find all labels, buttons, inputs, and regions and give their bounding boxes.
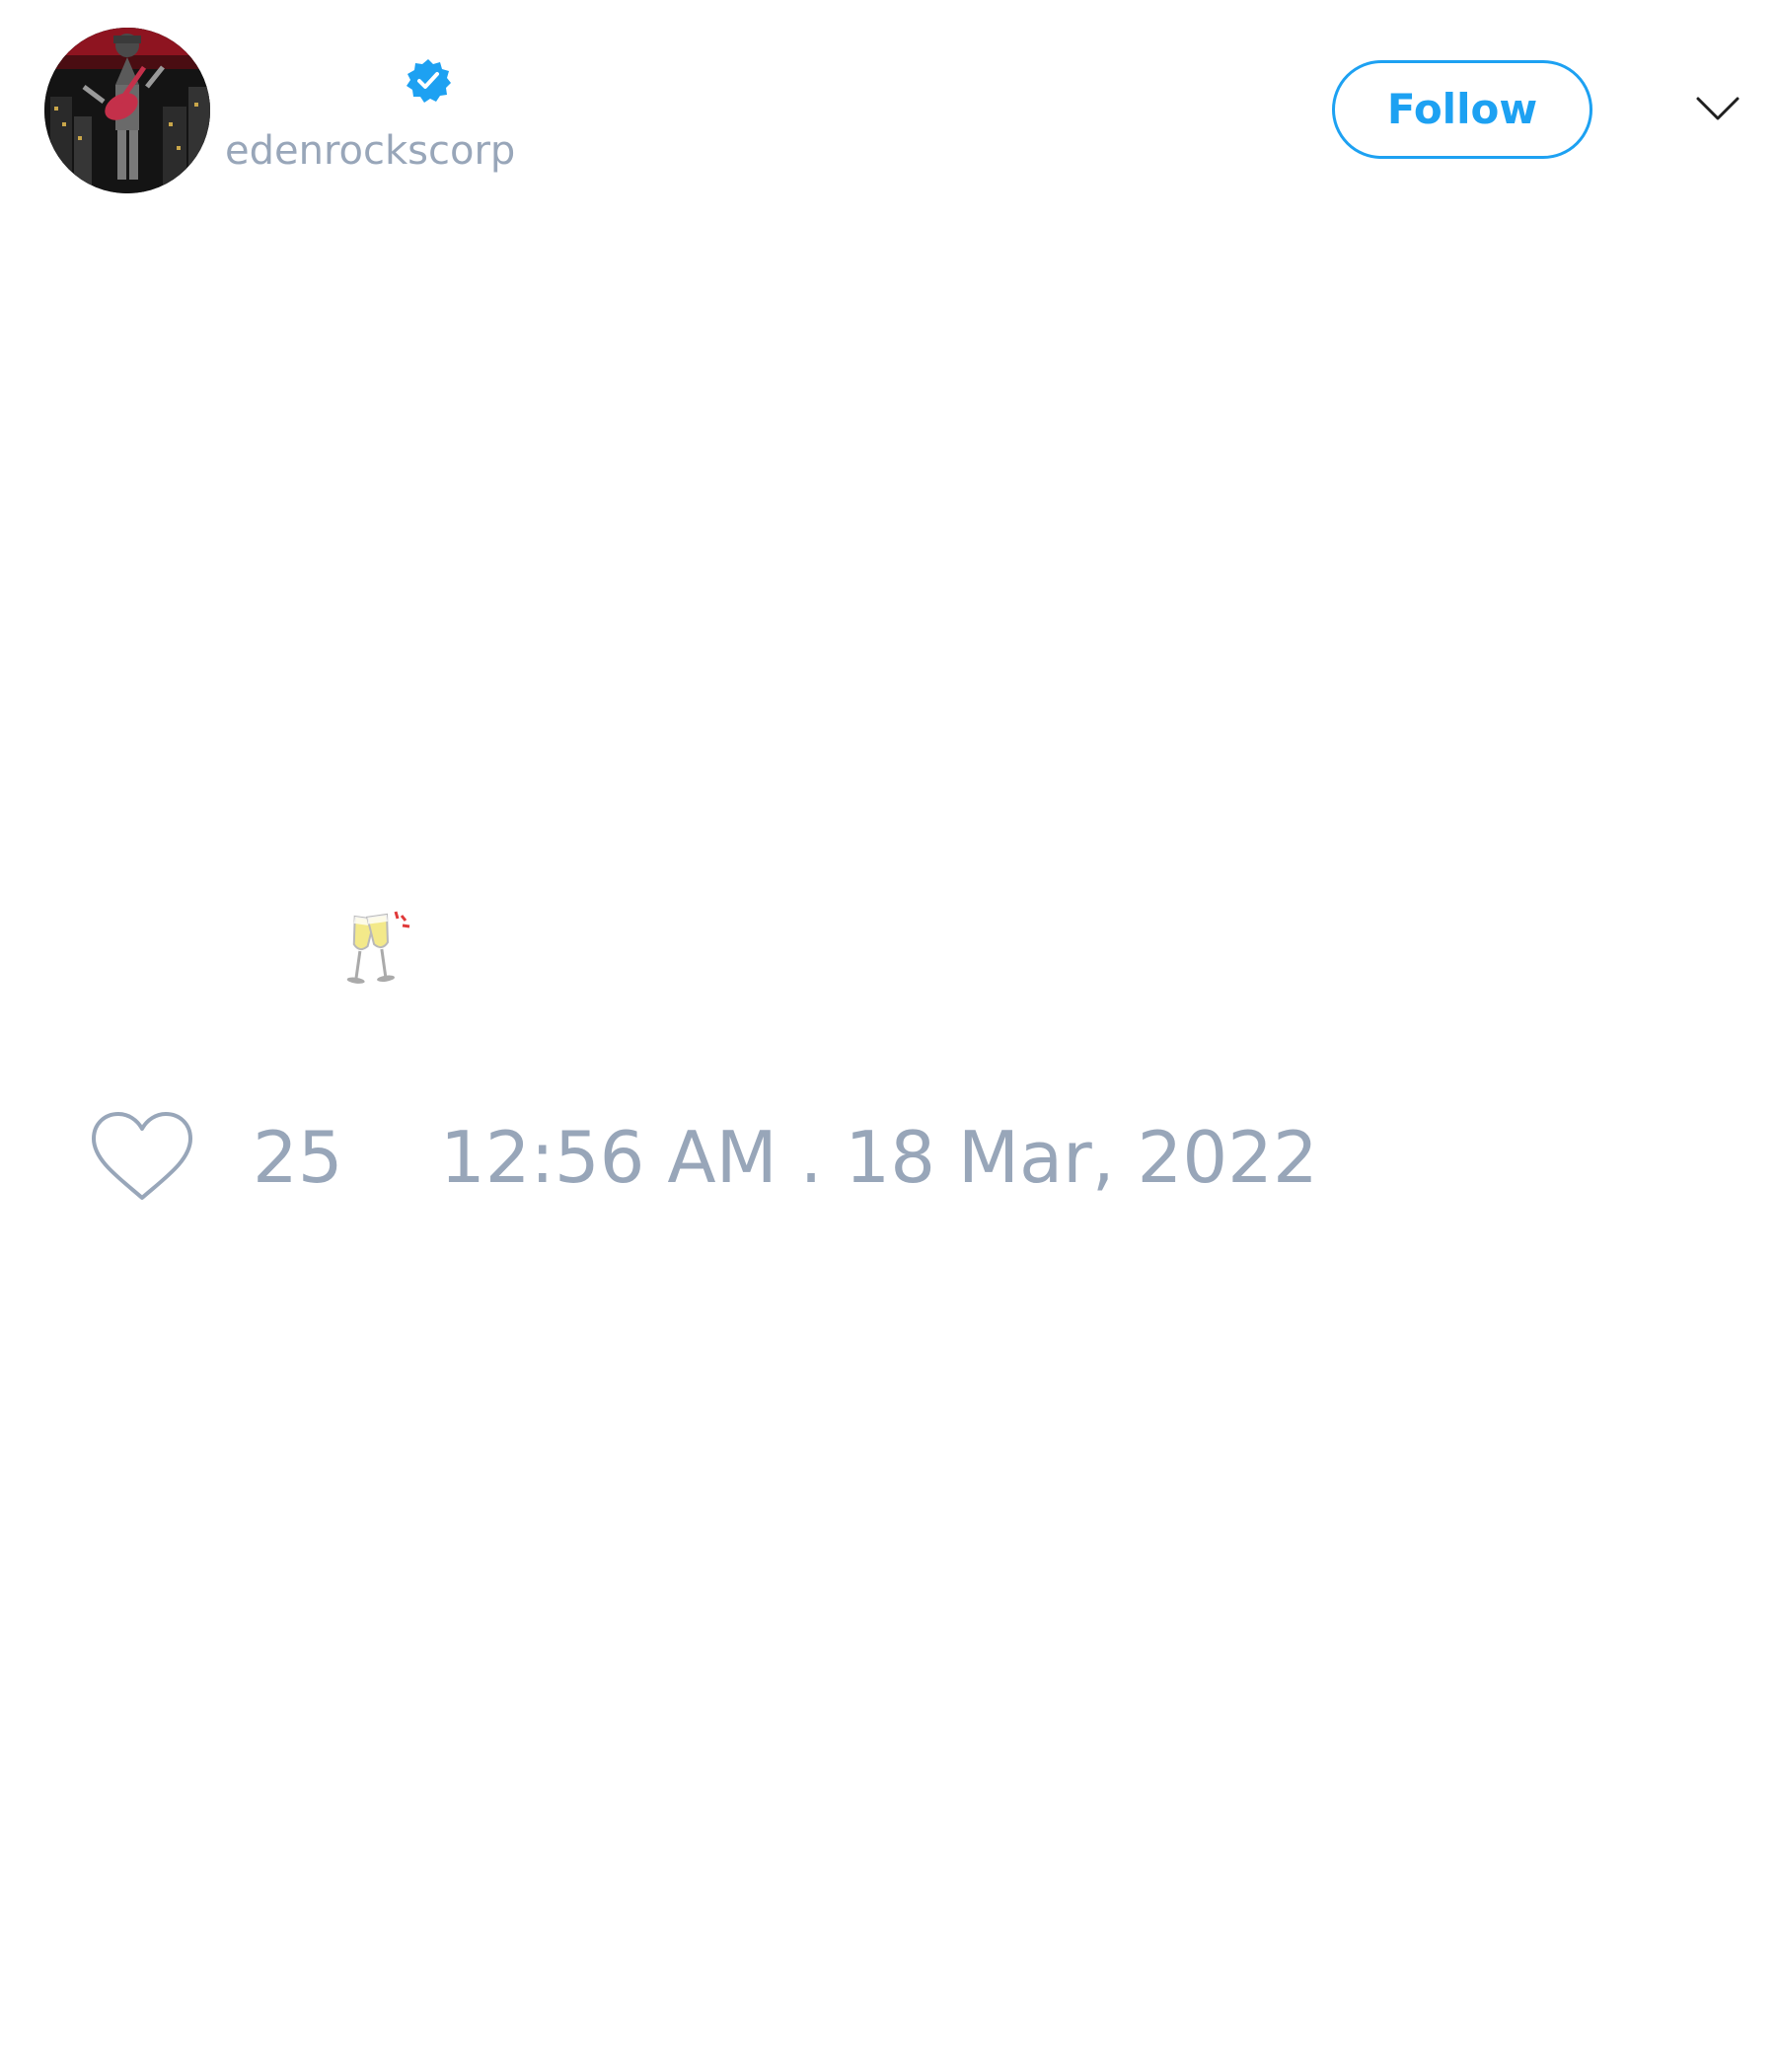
verified-badge-icon: [407, 59, 451, 103]
avatar-image: [44, 28, 210, 193]
user-handle[interactable]: edenrockscorp: [225, 126, 515, 176]
chevron-down-icon[interactable]: [1695, 95, 1740, 122]
tweet-text: [331, 906, 419, 995]
tweet-timestamp[interactable]: 12:56 AM . 18 Mar, 2022: [440, 1113, 1318, 1202]
tweet-footer: 25 12:56 AM . 18 Mar, 2022: [0, 1095, 1776, 1214]
like-count: 25: [253, 1116, 343, 1199]
clinking-glasses-icon: [346, 911, 410, 984]
heart-icon[interactable]: [90, 1111, 194, 1204]
avatar[interactable]: [44, 28, 210, 193]
follow-button[interactable]: Follow: [1332, 60, 1592, 159]
tweet-header: edenrockscorp Follow: [0, 0, 1776, 227]
